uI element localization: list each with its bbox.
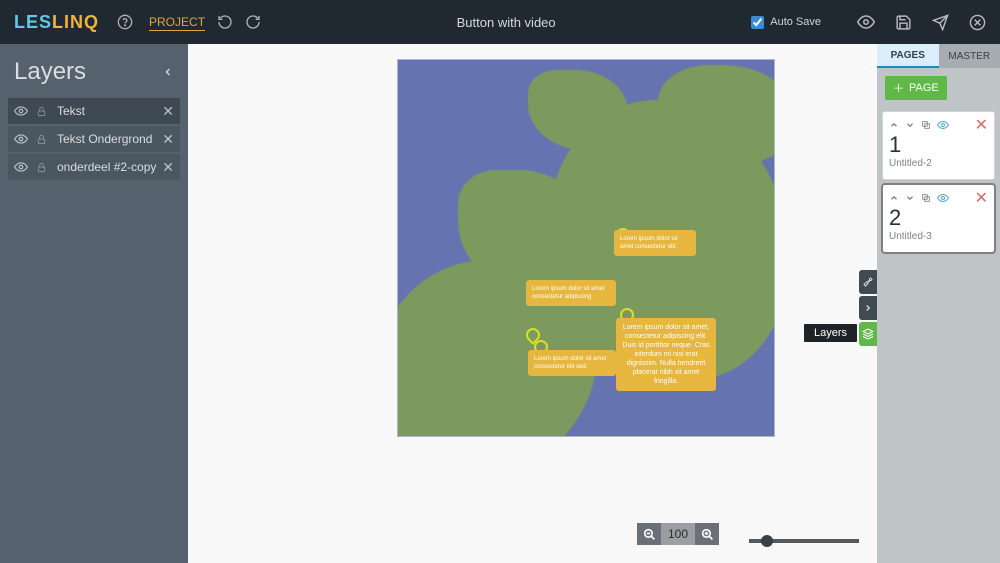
layer-row[interactable]: Tekst Ondergrond ✕ <box>8 126 180 152</box>
zoom-value: 100 <box>661 523 695 545</box>
delete-layer-icon[interactable]: ✕ <box>162 103 174 120</box>
duplicate-icon[interactable] <box>921 120 931 130</box>
preview-icon[interactable] <box>857 13 875 31</box>
delete-layer-icon[interactable]: ✕ <box>162 159 174 176</box>
close-icon[interactable] <box>969 14 986 31</box>
project-link[interactable]: PROJECT <box>149 15 205 29</box>
map-bubble-large: Lorem ipsum dolor sit amet, consectetur … <box>616 318 716 391</box>
delete-page-icon[interactable]: ✕ <box>975 188 988 208</box>
page-number: 1 <box>889 134 988 156</box>
layers-panel: Layers Tekst ✕ Tekst Ondergrond ✕ onderd… <box>0 44 188 563</box>
layer-name: onderdeel #2-copy <box>57 160 162 174</box>
eye-icon[interactable] <box>14 132 28 146</box>
eye-icon[interactable] <box>14 160 28 174</box>
layers-title: Layers <box>14 58 86 86</box>
autosave-checkbox[interactable] <box>751 16 764 29</box>
plus-icon: ＋ <box>893 80 904 96</box>
add-page-label: PAGE <box>909 82 939 94</box>
autosave-toggle[interactable]: Auto Save <box>751 16 821 29</box>
delete-page-icon[interactable]: ✕ <box>975 115 988 135</box>
undo-icon[interactable] <box>217 14 233 30</box>
expand-right-icon[interactable] <box>859 296 877 320</box>
tab-pages[interactable]: PAGES <box>877 44 939 68</box>
publish-icon[interactable] <box>932 14 949 31</box>
tool-wrench-icon[interactable] <box>859 270 877 294</box>
zoom-slider-knob[interactable] <box>761 535 773 547</box>
tab-master[interactable]: MASTER <box>939 44 1000 68</box>
project-title: Button with video <box>261 15 751 30</box>
page-card[interactable]: ✕ 1 Untitled-2 <box>883 112 994 179</box>
autosave-label: Auto Save <box>770 16 821 28</box>
map-bubble: Lorem ipsum dolor sit amet consectetur a… <box>526 280 616 306</box>
save-icon[interactable] <box>895 14 912 31</box>
help-icon[interactable] <box>117 14 133 30</box>
delete-layer-icon[interactable]: ✕ <box>162 131 174 148</box>
zoom-slider[interactable] <box>749 539 859 543</box>
redo-icon[interactable] <box>245 14 261 30</box>
layers-tooltip: Layers <box>804 324 857 342</box>
add-page-button[interactable]: ＋ PAGE <box>885 76 947 100</box>
eye-icon[interactable] <box>14 104 28 118</box>
zoom-out-button[interactable] <box>637 523 661 545</box>
duplicate-icon[interactable] <box>921 193 931 203</box>
map-bubble: Lorem ipsum dolor sit amet consectetur e… <box>614 230 696 256</box>
eye-icon[interactable] <box>937 192 949 204</box>
layers-tool-icon[interactable] <box>859 322 877 346</box>
lock-icon[interactable] <box>36 106 47 117</box>
arrow-up-icon[interactable] <box>889 120 899 130</box>
layer-row[interactable]: onderdeel #2-copy ✕ <box>8 154 180 180</box>
right-panel: PAGES MASTER ＋ PAGE ✕ 1 Untitled-2 ✕ 2 U… <box>877 44 1000 563</box>
eye-icon[interactable] <box>937 119 949 131</box>
page-card[interactable]: ✕ 2 Untitled-3 <box>883 185 994 252</box>
canvas-page[interactable]: Lorem ipsum dolor sit amet consectetur e… <box>398 60 774 436</box>
map-bubble: Lorem ipsum dolor sit amet consectetur e… <box>528 350 616 376</box>
collapse-panel-icon[interactable] <box>162 64 174 80</box>
page-title: Untitled-3 <box>889 231 988 242</box>
canvas-area[interactable]: Lorem ipsum dolor sit amet consectetur e… <box>188 44 877 563</box>
app-logo: LESLINQ <box>14 12 99 33</box>
lock-icon[interactable] <box>36 162 47 173</box>
arrow-up-icon[interactable] <box>889 193 899 203</box>
layer-row[interactable]: Tekst ✕ <box>8 98 180 124</box>
layer-name: Tekst <box>57 104 162 118</box>
layer-name: Tekst Ondergrond <box>57 132 162 146</box>
page-number: 2 <box>889 207 988 229</box>
page-title: Untitled-2 <box>889 158 988 169</box>
arrow-down-icon[interactable] <box>905 193 915 203</box>
arrow-down-icon[interactable] <box>905 120 915 130</box>
lock-icon[interactable] <box>36 134 47 145</box>
zoom-in-button[interactable] <box>695 523 719 545</box>
